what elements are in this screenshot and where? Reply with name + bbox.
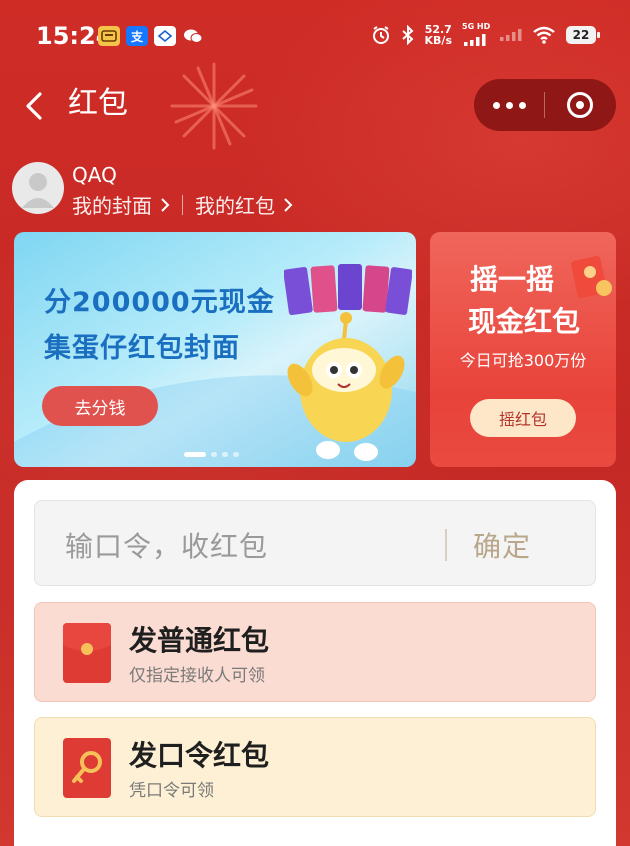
user-name: QAQ: [72, 163, 117, 187]
nav-bar: 红包: [0, 76, 630, 136]
send-normal-redpacket-button[interactable]: 发普通红包 仅指定接收人可领: [34, 602, 596, 702]
promo-banner[interactable]: 分200000元现金 集蛋仔红包封面 去分钱: [14, 232, 416, 467]
code-input-field[interactable]: 输口令，收红包 确定: [34, 500, 596, 586]
signal-5g-icon: 5G HD: [462, 22, 491, 46]
eggy-mascot-illustration: [287, 312, 405, 461]
signal-weak-icon: [500, 29, 522, 41]
my-redpacket-link[interactable]: 我的红包: [195, 190, 275, 219]
action-panel: 输口令，收红包 确定 发普通红包 仅指定接收人可领 发口令红包 凭口令可领: [14, 480, 616, 846]
carousel-dot[interactable]: [222, 452, 228, 457]
send-code-redpacket-button[interactable]: 发口令红包 凭口令可领: [34, 717, 596, 817]
option-desc: 凭口令可领: [129, 781, 214, 801]
my-cover-link[interactable]: 我的封面: [72, 190, 152, 219]
network-speed: 52.7 KB/s: [425, 24, 452, 46]
notification-icons: 支: [98, 26, 204, 46]
shake-subtitle: 今日可抢300万份: [459, 351, 587, 370]
more-dot-icon: [492, 101, 500, 109]
banner-headline: 分200000元现金: [44, 287, 275, 318]
battery-indicator: 22: [566, 26, 600, 44]
more-menu-button[interactable]: [474, 79, 544, 131]
chevron-right-icon: [284, 197, 293, 212]
alarm-icon: [372, 26, 389, 44]
carousel-dots: [184, 452, 239, 457]
close-miniprogram-button[interactable]: [545, 79, 615, 131]
red-envelope-icon: [63, 623, 111, 683]
pay-app-icon: [98, 26, 120, 46]
confirm-button[interactable]: 确定: [473, 525, 531, 565]
miniprogram-capsule: [474, 79, 616, 131]
code-input-placeholder[interactable]: 输口令，收红包: [65, 525, 268, 565]
more-dot-icon: [505, 101, 513, 109]
target-circle-icon: [567, 92, 593, 118]
option-desc: 仅指定接收人可领: [129, 666, 265, 686]
status-bar: 15:24 支 52.7 KB/s 5G HD 22: [0, 0, 630, 76]
key-icon: [63, 738, 111, 798]
shake-button[interactable]: 摇红包: [470, 399, 576, 437]
more-dot-icon: [518, 101, 526, 109]
user-links: 我的封面 我的红包: [72, 190, 293, 219]
shake-title-2: 现金红包: [467, 305, 580, 338]
red-envelope-icon: [571, 256, 612, 298]
banner-subheadline: 集蛋仔红包封面: [44, 333, 240, 364]
avatar[interactable]: [12, 162, 64, 214]
net-speed-unit: KB/s: [424, 34, 452, 47]
system-icons: 52.7 KB/s 5G HD 22: [371, 22, 600, 46]
carousel-dot[interactable]: [184, 452, 206, 457]
alipay-icon: 支: [126, 26, 148, 46]
net-type: 5G HD: [462, 22, 491, 31]
page-title: 红包: [68, 86, 128, 121]
carousel-dot[interactable]: [233, 452, 239, 457]
shake-redpacket-card[interactable]: 摇一摇 现金红包 今日可抢300万份 摇红包: [430, 232, 616, 467]
option-title: 发口令红包: [129, 739, 270, 772]
option-title: 发普通红包: [129, 624, 270, 657]
zhongxin-icon: [154, 26, 176, 46]
wechat-icon: [182, 26, 204, 46]
back-arrow-icon[interactable]: [20, 86, 48, 126]
input-divider: [445, 529, 447, 561]
carousel-dot[interactable]: [211, 452, 217, 457]
wifi-icon: [533, 26, 555, 44]
chevron-right-icon: [161, 197, 170, 212]
go-share-button[interactable]: 去分钱: [42, 386, 158, 426]
link-separator: [182, 194, 183, 215]
default-avatar-icon: [22, 173, 54, 208]
bluetooth-icon: [401, 25, 413, 45]
